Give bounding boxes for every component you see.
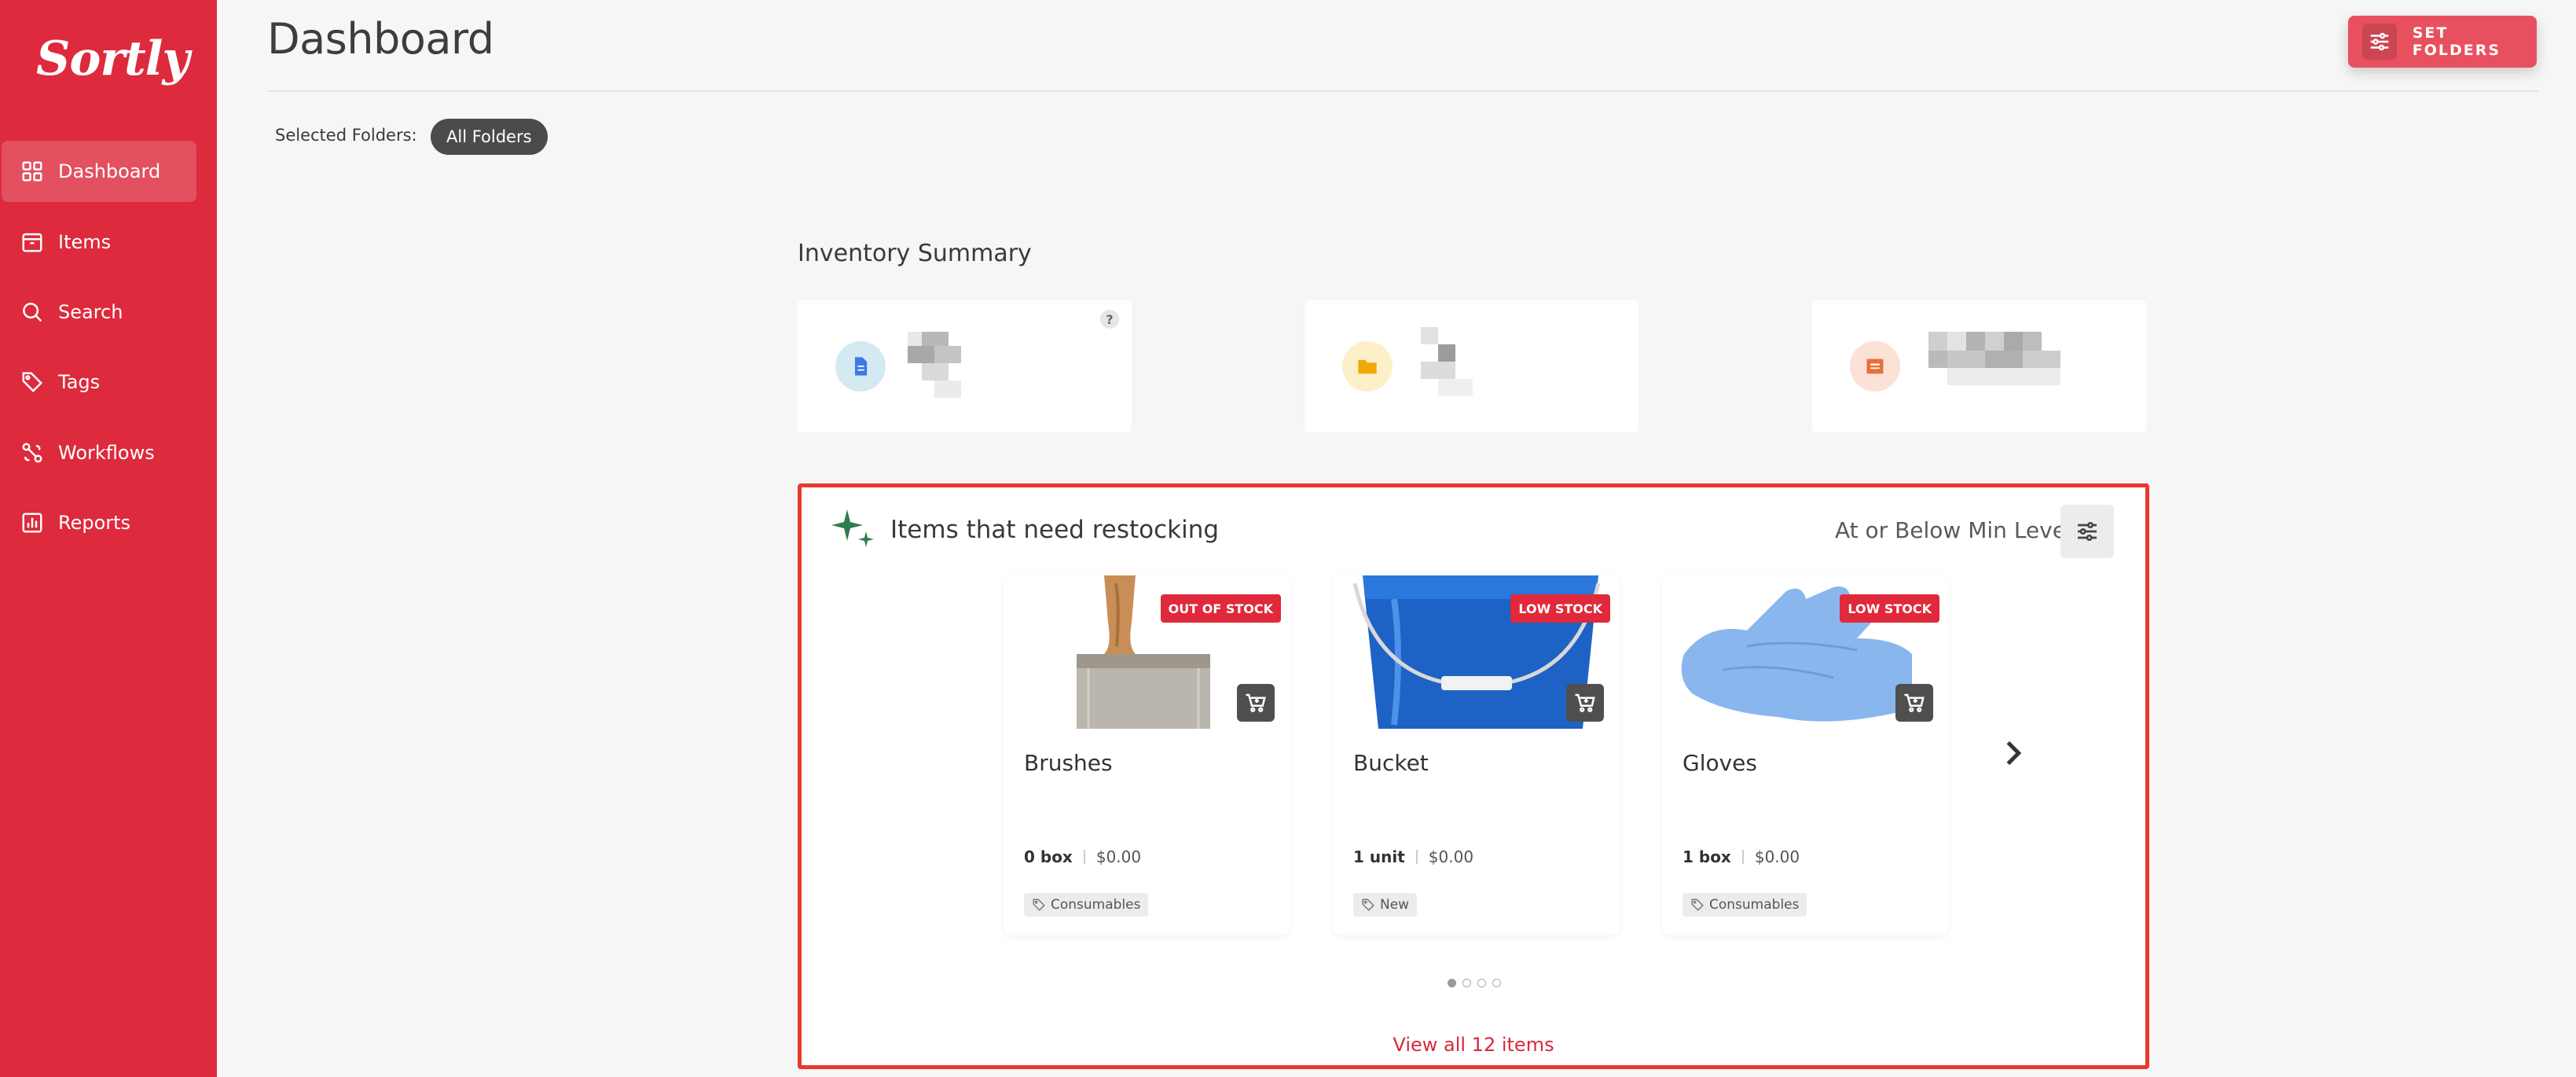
sidebar-item-workflows[interactable]: Workflows [2, 422, 196, 483]
divider [1741, 850, 1744, 864]
cart-icon [1904, 693, 1925, 712]
item-price: $0.00 [1095, 847, 1142, 866]
item-quantity-row: 1 box $0.00 [1682, 847, 1800, 866]
sparkle-icon [831, 509, 874, 547]
item-tag-label: Consumables [1709, 897, 1800, 913]
restock-title: Items that need restocking [890, 516, 1220, 544]
set-folders-label: SET FOLDERS [2412, 24, 2501, 59]
sidebar-item-label: Items [58, 231, 112, 253]
tag-icon [1033, 899, 1045, 911]
carousel-pagination [1448, 979, 1501, 987]
restock-panel: Items that need restocking At or Below M… [798, 483, 2149, 1069]
filter-settings-button[interactable] [2060, 505, 2114, 558]
item-tag[interactable]: Consumables [1024, 893, 1149, 917]
cart-icon [1575, 693, 1595, 712]
item-quantity: 1 unit [1353, 847, 1405, 866]
sidebar-item-reports[interactable]: Reports [2, 492, 196, 553]
obscured-value [908, 332, 975, 399]
divider [1415, 850, 1418, 864]
inventory-summary-title: Inventory Summary [798, 240, 1032, 267]
carousel-dot[interactable] [1477, 979, 1486, 987]
item-quantity: 0 box [1024, 847, 1073, 866]
sidebar-item-label: Dashboard [58, 160, 161, 182]
summary-card-quantity [1812, 300, 2146, 432]
carousel-next-button[interactable] [1998, 737, 2029, 769]
item-name: Brushes [1024, 750, 1113, 776]
sidebar-item-tags[interactable]: Tags [2, 351, 196, 413]
stock-status-badge: LOW STOCK [1840, 594, 1939, 623]
filter-label: At or Below Min Level [1835, 517, 2072, 543]
item-tag-label: Consumables [1051, 897, 1141, 913]
carousel-dot[interactable] [1462, 979, 1471, 987]
item-tag[interactable]: Consumables [1682, 893, 1807, 917]
sidebar-item-items[interactable]: Items [2, 211, 196, 273]
chevron-right-icon [2006, 741, 2022, 766]
sliders-icon [2078, 522, 2097, 541]
workflows-icon [20, 441, 44, 465]
item-card-bucket[interactable]: LOW STOCK Bucket 1 unit $0.00 New [1333, 575, 1620, 935]
tag-icon [20, 370, 44, 394]
page-title: Dashboard [267, 14, 494, 64]
item-price: $0.00 [1428, 847, 1474, 866]
cart-icon [1246, 693, 1266, 712]
sidebar: Sortly Dashboard Items Search Tags Workf… [0, 0, 217, 1077]
stock-status-badge: LOW STOCK [1510, 594, 1610, 623]
item-quantity-row: 0 box $0.00 [1024, 847, 1141, 866]
dashboard-icon [20, 160, 44, 183]
item-quantity: 1 box [1682, 847, 1731, 866]
tag-icon [1691, 899, 1704, 911]
sidebar-item-label: Search [58, 301, 123, 323]
summary-card-items: ? [798, 300, 1132, 432]
sidebar-item-label: Tags [58, 371, 101, 393]
item-tag[interactable]: New [1353, 893, 1418, 917]
sliders-icon [2362, 24, 2397, 60]
sidebar-item-label: Workflows [58, 442, 155, 464]
search-icon [20, 300, 44, 324]
header-divider [267, 90, 2538, 92]
sidebar-item-label: Reports [58, 512, 131, 534]
view-all-link[interactable]: View all 12 items [802, 1034, 2145, 1056]
add-to-cart-button[interactable] [1566, 684, 1604, 722]
add-to-cart-button[interactable] [1895, 684, 1933, 722]
stock-status-badge: OUT OF STOCK [1160, 594, 1281, 623]
obscured-value [1421, 327, 1499, 399]
box-icon [1850, 341, 1900, 391]
items-icon [20, 230, 44, 254]
divider [1083, 850, 1085, 864]
item-card-brushes[interactable]: OUT OF STOCK Brushes 0 box $0.00 Consuma… [1004, 575, 1290, 935]
document-icon [835, 341, 886, 391]
sidebar-item-search[interactable]: Search [2, 281, 196, 343]
item-tag-label: New [1380, 897, 1410, 913]
set-folders-button[interactable]: SET FOLDERS [2348, 16, 2537, 68]
selected-folders-label: Selected Folders: [275, 126, 417, 145]
summary-card-folders [1305, 300, 1638, 432]
sidebar-item-dashboard[interactable]: Dashboard [2, 141, 196, 202]
item-price: $0.00 [1754, 847, 1800, 866]
carousel-dot[interactable] [1448, 979, 1456, 987]
item-card-gloves[interactable]: LOW STOCK Gloves 1 box $0.00 Consumables [1662, 575, 1949, 935]
item-name: Bucket [1353, 750, 1429, 776]
reports-icon [20, 511, 44, 535]
help-icon[interactable]: ? [1100, 310, 1119, 329]
carousel-dot[interactable] [1492, 979, 1501, 987]
item-name: Gloves [1682, 750, 1757, 776]
folder-icon [1342, 341, 1393, 391]
app-logo[interactable]: Sortly [36, 31, 189, 86]
item-quantity-row: 1 unit $0.00 [1353, 847, 1473, 866]
all-folders-pill[interactable]: All Folders [431, 119, 548, 155]
tag-icon [1362, 899, 1374, 911]
obscured-value [1928, 332, 2067, 399]
add-to-cart-button[interactable] [1237, 684, 1275, 722]
